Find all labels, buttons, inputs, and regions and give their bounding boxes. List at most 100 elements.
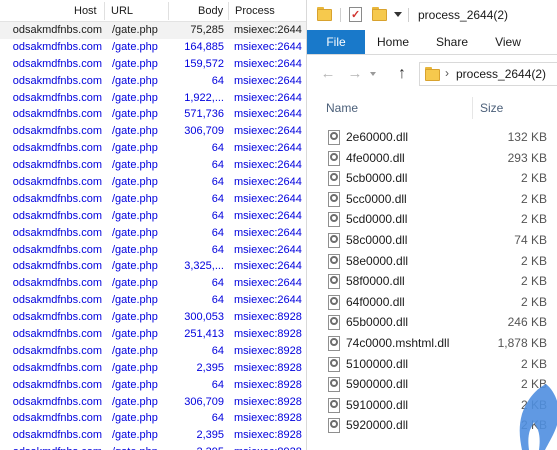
cell-host: odsakmdfnbs.com (12, 142, 102, 155)
list-item[interactable]: 4fe0000.dll 293 KB (307, 148, 557, 169)
dll-file-icon (328, 335, 340, 351)
table-row[interactable]: odsakmdfnbs.com/gate.php 64 msiexec:2644 (0, 140, 306, 157)
table-row[interactable]: odsakmdfnbs.com/gate.php 64 msiexec:8928 (0, 343, 306, 360)
dll-file-icon (328, 171, 340, 187)
cell-host: odsakmdfnbs.com (12, 361, 102, 374)
cell-process: msiexec:8928 (234, 378, 302, 391)
column-name[interactable]: Name (326, 97, 358, 119)
table-row[interactable]: odsakmdfnbs.com/gate.php 64 msiexec:2644 (0, 292, 306, 309)
table-row[interactable]: odsakmdfnbs.com/gate.php 571,736 msiexec:2… (0, 106, 306, 123)
address-field[interactable]: › process_2644(2) (419, 62, 557, 86)
tab-file[interactable]: File (307, 30, 365, 54)
arrow-right-icon[interactable]: → (346, 64, 364, 84)
cell-process: msiexec:2644 (234, 142, 302, 155)
cell-host: odsakmdfnbs.com (12, 159, 102, 172)
column-body[interactable]: Body (198, 0, 223, 22)
table-row[interactable]: odsakmdfnbs.com/gate.php 159,572 msiexec:2… (0, 56, 306, 73)
file-name: 58f0000.dll (346, 274, 405, 289)
column-process[interactable]: Process (235, 0, 275, 22)
table-row[interactable]: odsakmdfnbs.com/gate.php 300,053 msiexec:8… (0, 309, 306, 326)
table-row[interactable]: odsakmdfnbs.com/gate.php 306,709 msiexec:8… (0, 394, 306, 411)
chevron-down-icon[interactable] (394, 12, 402, 17)
table-row[interactable]: odsakmdfnbs.com/gate.php 64 msiexec:8928 (0, 410, 306, 427)
table-row[interactable]: odsakmdfnbs.com/gate.php 64 msiexec:2644 (0, 191, 306, 208)
list-item[interactable]: 58e0000.dll 2 KB (307, 251, 557, 272)
table-row[interactable]: odsakmdfnbs.com/gate.php 64 msiexec:2644 (0, 73, 306, 90)
cell-url: /gate.php (112, 209, 158, 222)
dll-file-icon (328, 212, 340, 228)
cell-body: 251,413 (184, 328, 224, 341)
cell-host: odsakmdfnbs.com (12, 429, 102, 442)
chevron-down-icon[interactable] (370, 72, 376, 76)
table-row[interactable]: odsakmdfnbs.com/gate.php 64 msiexec:8928 (0, 377, 306, 394)
table-row[interactable]: odsakmdfnbs.com/gate.php 64 msiexec:2644 (0, 174, 306, 191)
window-title: process_2644(2) (418, 8, 509, 22)
cell-url: /gate.php (112, 361, 158, 374)
column-url[interactable]: URL (111, 0, 133, 22)
column-separator[interactable] (168, 2, 169, 20)
column-size[interactable]: Size (480, 97, 503, 119)
table-row[interactable]: odsakmdfnbs.com/gate.php 64 msiexec:2644 (0, 208, 306, 225)
session-grid[interactable]: Host URL Body Process odsakmdfnbs.com/ga… (0, 0, 306, 450)
cell-url: /gate.php (112, 74, 158, 87)
cell-body: 64 (211, 412, 224, 425)
table-row[interactable]: odsakmdfnbs.com/gate.php2,395msiexec:892… (0, 360, 306, 377)
cell-process: msiexec:2644 (234, 74, 302, 87)
table-row[interactable]: odsakmdfnbs.com/gate.php 64 msiexec:2644 (0, 157, 306, 174)
table-row[interactable]: odsakmdfnbs.com/gate.php2,395msiexec:892… (0, 444, 306, 450)
file-size: 2 KB (520, 356, 547, 371)
column-separator[interactable] (104, 2, 105, 20)
cell-body: 64 (211, 176, 224, 189)
list-item[interactable]: 65b0000.dll 246 KB (307, 312, 557, 333)
column-separator[interactable] (228, 2, 229, 20)
list-item[interactable]: 5cd0000.dll 2 KB (307, 209, 557, 230)
cell-body: 2,395 (196, 361, 224, 374)
table-row[interactable]: odsakmdfnbs.com/gate.php 64 msiexec:2644 (0, 275, 306, 292)
list-item[interactable]: 64f0000.dll 2 KB (307, 292, 557, 313)
list-item[interactable]: 58c0000.dll 74 KB (307, 230, 557, 251)
table-row[interactable]: odsakmdfnbs.com/gate.php 306,709 msiexec:2… (0, 123, 306, 140)
arrow-left-icon[interactable]: ← (319, 64, 337, 84)
table-row[interactable]: odsakmdfnbs.com/gate.php 64 msiexec:2644 (0, 225, 306, 242)
column-separator[interactable] (472, 97, 473, 119)
cell-process: msiexec:2644 (234, 260, 302, 273)
cell-process: msiexec:2644 (234, 91, 302, 104)
list-item[interactable]: 5cc0000.dll 2 KB (307, 189, 557, 210)
cell-host: odsakmdfnbs.com (12, 176, 102, 189)
table-row[interactable]: odsakmdfnbs.com/gate.php 251,413 msiexec:8… (0, 326, 306, 343)
arrow-up-icon[interactable]: ↑ (393, 64, 411, 84)
cell-url: /gate.php (112, 294, 158, 307)
cell-body: 159,572 (184, 57, 224, 70)
tab-view[interactable]: View (488, 30, 528, 54)
file-size: 1,878 KB (497, 335, 547, 350)
file-size: 293 KB (507, 150, 547, 165)
table-row[interactable]: odsakmdfnbs.com/gate.php 75,285 msiexec:26… (0, 22, 306, 39)
file-list-header: Name Size (307, 97, 557, 119)
new-folder-icon[interactable] (372, 7, 388, 22)
table-row[interactable]: odsakmdfnbs.com/gate.php 64 msiexec:2644 (0, 242, 306, 259)
file-name: 65b0000.dll (346, 315, 409, 330)
list-item[interactable]: 2e60000.dll 132 KB (307, 127, 557, 148)
properties-checkmark-icon[interactable]: ✓ (348, 7, 364, 22)
tab-home[interactable]: Home (371, 30, 415, 54)
cell-body: 64 (211, 277, 224, 290)
file-name: 5920000.dll (346, 418, 409, 433)
list-item[interactable]: 74c0000.mshtml.dll 1,878 KB (307, 333, 557, 354)
chevron-right-icon[interactable]: › (445, 66, 449, 80)
address-path[interactable]: process_2644(2) (456, 63, 546, 85)
table-row[interactable]: odsakmdfnbs.com/gate.php2,395msiexec:892… (0, 427, 306, 444)
table-row[interactable]: odsakmdfnbs.com/gate.php 164,885 msiexec:2… (0, 39, 306, 56)
table-row[interactable]: odsakmdfnbs.com/gate.php 3,325,... msiexec… (0, 258, 306, 275)
cell-body: 306,709 (184, 395, 224, 408)
tab-share[interactable]: Share (430, 30, 474, 54)
table-row[interactable]: odsakmdfnbs.com/gate.php 1,922,... msiexec… (0, 90, 306, 107)
list-item[interactable]: 58f0000.dll 2 KB (307, 271, 557, 292)
list-item[interactable]: 5cb0000.dll 2 KB (307, 168, 557, 189)
list-item[interactable]: 5100000.dll 2 KB (307, 354, 557, 375)
cell-url: /gate.php (112, 125, 158, 138)
file-size: 132 KB (507, 130, 547, 144)
cell-url: /gate.php (112, 176, 158, 189)
column-host[interactable]: Host (74, 0, 97, 22)
file-name: 58c0000.dll (346, 232, 408, 247)
cell-process: msiexec:2644 (234, 209, 302, 222)
